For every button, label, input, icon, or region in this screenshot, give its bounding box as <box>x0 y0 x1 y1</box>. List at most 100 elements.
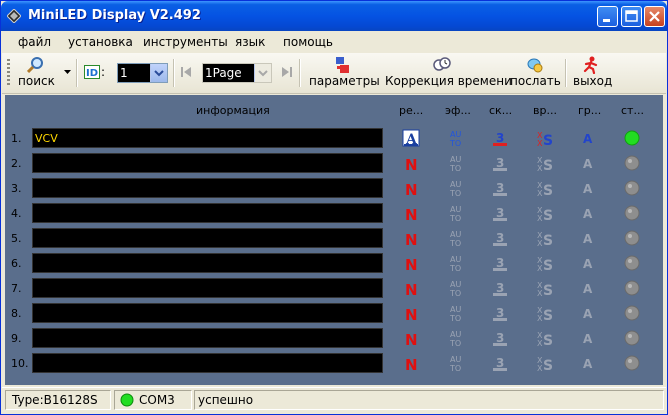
page-select[interactable]: 1Page <box>202 63 272 83</box>
title-bar[interactable]: MiniLED Display V2.492 <box>1 1 667 31</box>
row-message-field[interactable] <box>32 328 383 348</box>
close-button[interactable] <box>644 6 665 27</box>
mode-n-icon[interactable]: N <box>402 229 420 249</box>
message-row[interactable]: 1. VCV A AU TO 3 X X S A <box>5 128 663 150</box>
message-row[interactable]: 8. N AU TO 3 X X S A <box>5 303 663 325</box>
message-row[interactable]: 3. N AU TO 3 X X S A <box>5 178 663 200</box>
border-icon[interactable]: A <box>579 204 597 222</box>
auto-effect-icon[interactable]: AU TO <box>447 254 465 273</box>
status-led-off-icon[interactable] <box>623 354 641 372</box>
status-led-off-icon[interactable] <box>623 229 641 247</box>
row-message-field[interactable] <box>32 303 383 323</box>
auto-effect-icon[interactable]: AU TO <box>447 204 465 223</box>
menu-language[interactable]: язык <box>235 35 265 49</box>
time-icon[interactable]: XXS <box>535 279 553 299</box>
status-led-on-icon[interactable] <box>623 129 641 147</box>
page-select-dropdown[interactable] <box>254 64 271 82</box>
mode-n-icon[interactable]: N <box>402 304 420 324</box>
status-led-off-icon[interactable] <box>623 154 641 172</box>
row-message-field[interactable]: VCV <box>32 128 383 148</box>
message-row[interactable]: 7. N AU TO 3 X X S A <box>5 278 663 300</box>
header-time[interactable]: вр... <box>533 104 557 117</box>
border-icon[interactable]: A <box>579 279 597 297</box>
auto-effect-icon[interactable]: AU TO <box>447 154 465 173</box>
mode-n-icon[interactable]: N <box>402 329 420 349</box>
row-message-field[interactable] <box>32 203 383 223</box>
time-icon[interactable]: XXS <box>535 254 553 274</box>
message-row[interactable]: 9. N AU TO 3 X X S A <box>5 328 663 350</box>
auto-effect-icon[interactable]: AU TO <box>447 279 465 298</box>
speed-icon[interactable]: 3 <box>491 279 509 297</box>
speed-icon[interactable]: 3 <box>491 229 509 247</box>
mode-n-icon[interactable]: N <box>402 254 420 274</box>
parameters-button[interactable]: параметры <box>305 55 380 91</box>
row-message-field[interactable] <box>32 178 383 198</box>
status-led-off-icon[interactable] <box>623 179 641 197</box>
speed-icon[interactable]: 3 <box>491 129 509 147</box>
border-icon[interactable]: A <box>579 304 597 322</box>
maximize-button[interactable] <box>621 6 642 27</box>
row-message-field[interactable] <box>32 228 383 248</box>
auto-effect-icon[interactable]: AU TO <box>447 304 465 323</box>
time-icon[interactable]: XXS <box>535 129 553 149</box>
border-icon[interactable]: A <box>579 229 597 247</box>
message-row[interactable]: 10. N AU TO 3 X X S A <box>5 353 663 375</box>
message-row[interactable]: 2. N AU TO 3 X X S A <box>5 153 663 175</box>
chevron-down-icon[interactable] <box>64 70 71 75</box>
speed-icon[interactable]: 3 <box>491 254 509 272</box>
border-icon[interactable]: A <box>579 354 597 372</box>
speed-icon[interactable]: 3 <box>491 304 509 322</box>
mode-font-icon[interactable]: A <box>402 129 420 148</box>
speed-icon[interactable]: 3 <box>491 329 509 347</box>
header-effect[interactable]: эф... <box>445 104 471 117</box>
mode-n-icon[interactable]: N <box>402 279 420 299</box>
first-page-icon[interactable] <box>181 66 192 78</box>
mode-n-icon[interactable]: N <box>402 354 420 374</box>
message-row[interactable]: 6. N AU TO 3 X X S A <box>5 253 663 275</box>
status-led-off-icon[interactable] <box>623 254 641 272</box>
speed-icon[interactable]: 3 <box>491 179 509 197</box>
border-icon[interactable]: A <box>579 254 597 272</box>
message-row[interactable]: 5. N AU TO 3 X X S A <box>5 228 663 250</box>
toolbar-grip[interactable] <box>7 59 10 87</box>
time-icon[interactable]: XXS <box>535 229 553 249</box>
message-row[interactable]: 4. N AU TO 3 X X S A <box>5 203 663 225</box>
mode-n-icon[interactable]: N <box>402 204 420 224</box>
row-message-field[interactable] <box>32 153 383 173</box>
menu-settings[interactable]: установка <box>68 35 133 49</box>
minimize-button[interactable] <box>597 6 618 27</box>
auto-effect-icon[interactable]: AU TO <box>447 179 465 198</box>
auto-effect-icon[interactable]: AU TO <box>447 329 465 348</box>
status-led-off-icon[interactable] <box>623 329 641 347</box>
time-icon[interactable]: XXS <box>535 304 553 324</box>
header-status[interactable]: ст... <box>621 104 644 117</box>
status-led-off-icon[interactable] <box>623 279 641 297</box>
border-icon[interactable]: A <box>579 329 597 347</box>
border-icon[interactable]: A <box>579 129 597 147</box>
id-select-dropdown[interactable] <box>150 64 167 82</box>
header-mode[interactable]: ре... <box>399 104 423 117</box>
time-icon[interactable]: XXS <box>535 354 553 374</box>
time-icon[interactable]: XXS <box>535 204 553 224</box>
auto-effect-icon[interactable]: AU TO <box>447 229 465 248</box>
speed-icon[interactable]: 3 <box>491 204 509 222</box>
row-message-field[interactable] <box>32 278 383 298</box>
status-led-off-icon[interactable] <box>623 204 641 222</box>
time-correction-button[interactable]: Коррекция времени <box>382 55 512 91</box>
time-icon[interactable]: XXS <box>535 329 553 349</box>
menu-file[interactable]: файл <box>18 35 51 49</box>
auto-effect-icon[interactable]: AU TO <box>447 129 465 148</box>
mode-n-icon[interactable]: N <box>402 154 420 174</box>
auto-effect-icon[interactable]: AU TO <box>447 354 465 373</box>
row-message-field[interactable] <box>32 353 383 373</box>
speed-icon[interactable]: 3 <box>491 154 509 172</box>
row-message-field[interactable] <box>32 253 383 273</box>
send-button[interactable]: послать <box>507 55 561 91</box>
status-led-off-icon[interactable] <box>623 304 641 322</box>
time-icon[interactable]: XXS <box>535 179 553 199</box>
time-icon[interactable]: XXS <box>535 154 553 174</box>
menu-tools[interactable]: инструменты <box>143 35 228 49</box>
exit-button[interactable]: выход <box>570 55 614 91</box>
id-select[interactable]: 1 <box>117 63 168 83</box>
mode-n-icon[interactable]: N <box>402 179 420 199</box>
